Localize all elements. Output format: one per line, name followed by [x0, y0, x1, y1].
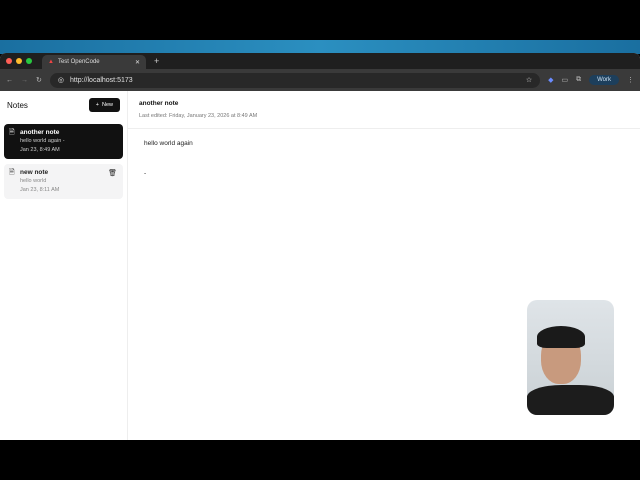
extension-icon[interactable]: ◆ [548, 76, 553, 84]
menu-icon[interactable]: ⋮ [627, 76, 634, 84]
new-note-button[interactable]: + New [88, 98, 120, 112]
back-icon[interactable]: ← [6, 77, 13, 84]
url-field[interactable]: ◎ http://localhost:5173 ☆ [49, 72, 541, 88]
browser-tab[interactable]: ▲ Test OpenCode ✕ [42, 55, 146, 69]
desktop-background [0, 40, 640, 54]
sidebar: Notes + New 🗎 another note hello world a… [0, 91, 128, 440]
document-icon: 🗎 [9, 169, 15, 176]
webcam-overlay [527, 300, 614, 415]
document-icon: 🗎 [9, 129, 15, 136]
forward-icon[interactable]: → [21, 77, 28, 84]
close-window-button[interactable] [6, 58, 12, 64]
delete-note-icon[interactable]: 🗑 [108, 169, 117, 177]
bookmark-star-icon[interactable]: ☆ [526, 76, 532, 84]
note-title[interactable]: another note [139, 100, 629, 107]
note-list-item[interactable]: 🗎 another note hello world again - Jan 2… [4, 124, 123, 159]
reload-icon[interactable]: ↻ [36, 76, 42, 84]
sidebar-title: Notes [7, 100, 28, 110]
maximize-window-button[interactable] [26, 58, 32, 64]
cast-icon[interactable]: ▭ [561, 76, 568, 84]
profile-button[interactable]: Work [589, 75, 619, 85]
note-content[interactable]: hello world again - [128, 129, 640, 189]
new-tab-button[interactable]: + [154, 56, 159, 66]
site-info-icon[interactable]: ◎ [58, 76, 64, 84]
close-tab-icon[interactable]: ✕ [135, 59, 140, 66]
tab-bar: ▲ Test OpenCode ✕ + [0, 53, 640, 69]
minimize-window-button[interactable] [16, 58, 22, 64]
plus-icon: + [95, 102, 99, 108]
favicon-icon: ▲ [48, 59, 54, 65]
extensions-puzzle-icon[interactable]: ⧉ [576, 76, 581, 84]
last-edited: Last edited: Friday, January 23, 2026 at… [139, 113, 258, 119]
note-list-item[interactable]: 🗎 new note hello world Jan 23, 8:11 AM 🗑 [4, 164, 123, 199]
address-bar-row: ← → ↻ ◎ http://localhost:5173 ☆ ◆ ▭ ⧉ Work… [0, 69, 640, 91]
